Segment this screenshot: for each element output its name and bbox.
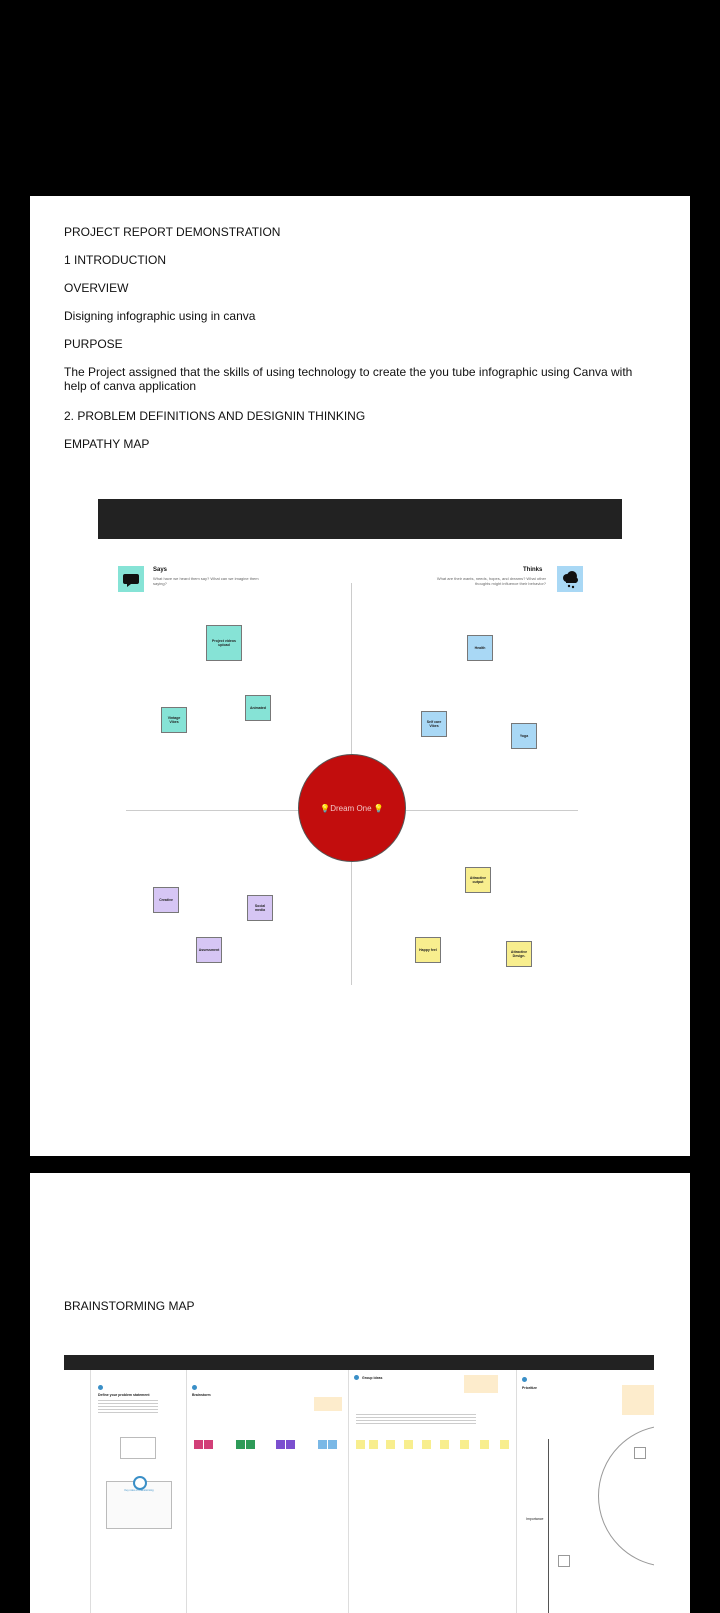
problem-heading: 2. PROBLEM DEFINITIONS AND DESIGNIN THIN… xyxy=(64,409,366,423)
sticky-note xyxy=(634,1447,646,1459)
empathy-map-image: Says What have we heard them say? What c… xyxy=(98,499,622,985)
sticky-note: Vintage Vibes xyxy=(161,707,187,733)
sticky-note: Health xyxy=(467,635,493,661)
sticky-note xyxy=(328,1440,337,1449)
says-subtitle: What have we heard them say? What can we… xyxy=(153,576,259,586)
sticky-note xyxy=(386,1440,395,1449)
sticky-note xyxy=(318,1440,327,1449)
sticky-note: Animated xyxy=(245,695,271,721)
sticky-note xyxy=(236,1440,245,1449)
sticky-note xyxy=(480,1440,489,1449)
importance-axis xyxy=(548,1439,549,1613)
sticky-note: Self care Vibes xyxy=(421,711,447,737)
sticky-note xyxy=(286,1440,295,1449)
column-divider xyxy=(186,1370,187,1613)
tip-card xyxy=(464,1375,498,1393)
define-problem-title: Define your problem statement xyxy=(98,1393,150,1397)
description-lines xyxy=(98,1399,158,1413)
group-ideas-title: Group ideas xyxy=(362,1376,383,1380)
dream-one-center-circle: 💡Dream One 💡 xyxy=(298,754,406,862)
empathy-map-heading: EMPATHY MAP xyxy=(64,437,150,451)
importance-label: Importance xyxy=(526,1517,544,1521)
key-rules-label: Key rules of brainstorming xyxy=(124,1489,154,1492)
step-dot xyxy=(522,1377,527,1382)
brainstorm-title: Brainstorm xyxy=(192,1393,211,1397)
step-dot xyxy=(192,1385,197,1390)
brainstorming-map-image: Define your problem statement Key rules … xyxy=(64,1355,654,1613)
overview-text: Disigning infographic using in canva xyxy=(64,309,256,323)
sticky-note: Project videos upload xyxy=(206,625,242,661)
sticky-note xyxy=(276,1440,285,1449)
sticky-note xyxy=(460,1440,469,1449)
sticky-note xyxy=(500,1440,509,1449)
tip-card xyxy=(622,1385,654,1415)
sticky-note xyxy=(356,1440,365,1449)
column-divider xyxy=(348,1370,349,1613)
report-title: PROJECT REPORT DEMONSTRATION xyxy=(64,225,281,239)
empathy-map-canvas: Says What have we heard them say? What c… xyxy=(101,539,619,985)
brainstorm-toolbar xyxy=(64,1355,654,1370)
key-rules-card: Key rules of brainstorming xyxy=(106,1476,172,1529)
sticky-note xyxy=(204,1440,213,1449)
sticky-note xyxy=(194,1440,203,1449)
sticky-note xyxy=(246,1440,255,1449)
sticky-note xyxy=(440,1440,449,1449)
sticky-note: Yoga xyxy=(511,723,537,749)
introduction-heading: 1 INTRODUCTION xyxy=(64,253,166,267)
purpose-text: The Project assigned that the skills of … xyxy=(64,365,633,393)
step-dot xyxy=(98,1385,103,1390)
description-lines xyxy=(356,1413,476,1425)
sticky-note: Attractive Design. xyxy=(506,941,532,967)
overview-heading: OVERVIEW xyxy=(64,281,129,295)
brainstorming-map-heading: BRAINSTORMING MAP xyxy=(64,1299,195,1313)
purpose-heading: PURPOSE xyxy=(64,337,123,351)
step-dot xyxy=(354,1375,359,1380)
column-divider xyxy=(516,1370,517,1613)
sticky-note: Happy feel xyxy=(415,937,441,963)
sticky-note: Creative xyxy=(153,887,179,913)
speech-bubble-icon xyxy=(118,566,144,592)
lightbulb-icon xyxy=(133,1476,147,1490)
sticky-note: Social media xyxy=(247,895,273,921)
sticky-note xyxy=(369,1440,378,1449)
column-divider xyxy=(90,1370,91,1613)
document-page-2: BRAINSTORMING MAP Define your problem st… xyxy=(30,1173,690,1613)
sticky-note xyxy=(422,1440,431,1449)
thinks-title: Thinks xyxy=(523,567,543,573)
says-title: Says xyxy=(153,567,168,573)
thought-cloud-icon xyxy=(557,566,583,592)
empathy-map-toolbar xyxy=(98,499,622,539)
thinks-subtitle: What are their wants, needs, hopes, and … xyxy=(436,576,546,586)
sticky-note xyxy=(404,1440,413,1449)
problem-card xyxy=(120,1437,156,1459)
sticky-note: Attractive output xyxy=(465,867,491,893)
sticky-note xyxy=(558,1555,570,1567)
document-page-1: PROJECT REPORT DEMONSTRATION 1 INTRODUCT… xyxy=(30,196,690,1156)
prioritize-title: Prioritize xyxy=(522,1386,537,1390)
sticky-note: Assessment xyxy=(196,937,222,963)
tip-card xyxy=(314,1397,342,1411)
